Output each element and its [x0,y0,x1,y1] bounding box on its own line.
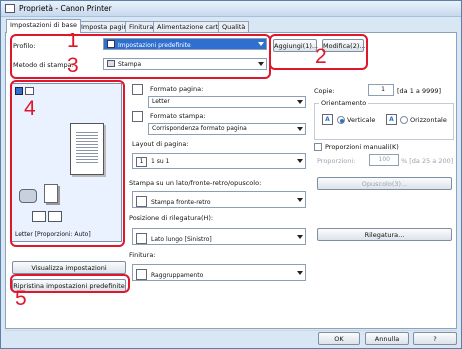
ok-button[interactable]: OK [318,332,360,345]
layout-select[interactable]: 1 1 su 1 [132,153,306,169]
annotation-box-5 [10,274,130,293]
layout-label: Layout di pagina: [132,140,189,148]
binding-icon [136,233,147,244]
page-size-value: Letter [152,98,170,105]
finishing-label: Finitura: [129,251,156,259]
page-size-select[interactable]: Letter [148,96,306,108]
tab-paper-source[interactable]: Alimentazione carta [153,21,227,32]
page-size-label: Formato pagina: [150,85,204,93]
portrait-icon: A [322,114,333,125]
cancel-button[interactable]: Annulla [365,332,409,345]
annotation-box-1 [10,34,271,79]
annotation-number-1: 1 [67,29,79,52]
binding-label: Posizione di rilegatura(H): [129,214,214,222]
duplex-icon [136,196,147,207]
chevron-down-icon [297,235,303,239]
copies-label: Copie: [314,87,335,95]
chevron-down-icon [297,271,303,275]
annotation-number-3: 3 [67,54,79,77]
print-style-label: Stampa su un lato/fronte-retro/opuscolo: [129,179,262,187]
portrait-label: Verticale [347,116,376,124]
print-style-select[interactable]: Stampa fronte-retro [132,191,306,208]
scaling-stepper[interactable]: 100 [369,154,399,166]
copies-range: [da 1 a 9999] [397,87,442,95]
view-settings-button[interactable]: Visualizza impostazioni [12,261,126,274]
chevron-down-icon [297,100,303,104]
finishing-select[interactable]: Raggruppamento [132,264,306,281]
output-size-select[interactable]: Corrispondenza formato pagina [148,123,306,135]
annotation-number-2: 2 [315,45,327,68]
help-button[interactable]: ? [413,332,457,345]
landscape-label: Orizzontale [410,116,447,124]
annotation-number-4: 4 [24,97,36,120]
copies-stepper[interactable]: 1 [368,84,394,96]
chevron-down-icon [297,127,303,131]
chevron-down-icon [297,159,303,163]
copies-value: 1 [381,86,385,93]
output-size-label: Formato stampa: [150,112,206,120]
output-size-value: Corrispondenza formato pagina [152,125,247,132]
layout-value: 1 su 1 [151,158,170,165]
annotation-number-5: 5 [15,287,27,310]
properties-window: Proprietà - Canon Printer Impostazioni d… [0,0,462,349]
print-style-value: Stampa fronte-retro [151,199,211,206]
scaling-range: % [da 25 a 200] [401,157,454,165]
binding-value: Lato lungo [Sinistro] [151,236,212,243]
scaling-label: Proporzioni: [317,157,356,165]
page-icon [132,111,143,122]
booklet-button[interactable]: Opuscolo(3)... [317,177,452,190]
manual-scaling-checkbox[interactable] [314,143,322,151]
divider [5,330,457,331]
page-icon [132,84,143,95]
portrait-radio[interactable] [337,116,345,124]
window-title: Proprietà - Canon Printer [19,4,112,13]
title-bar: Proprietà - Canon Printer [1,1,461,17]
landscape-radio[interactable] [400,116,408,124]
binding-select[interactable]: Lato lungo [Sinistro] [132,228,306,245]
layout-icon: 1 [136,157,147,167]
landscape-icon: A [386,114,397,125]
orientation-label: Orientamento [319,99,369,107]
printer-icon [5,4,15,13]
tab-basic-settings[interactable]: Impostazioni di base [6,19,81,33]
tab-quality[interactable]: Qualità [218,21,250,32]
finishing-icon [136,269,147,280]
binding-button[interactable]: Rilegatura... [317,228,452,241]
manual-scaling-label: Proporzioni manuali(K) [325,143,399,151]
chevron-down-icon [297,198,303,202]
finishing-value: Raggruppamento [151,272,204,279]
scaling-value: 100 [378,156,390,163]
